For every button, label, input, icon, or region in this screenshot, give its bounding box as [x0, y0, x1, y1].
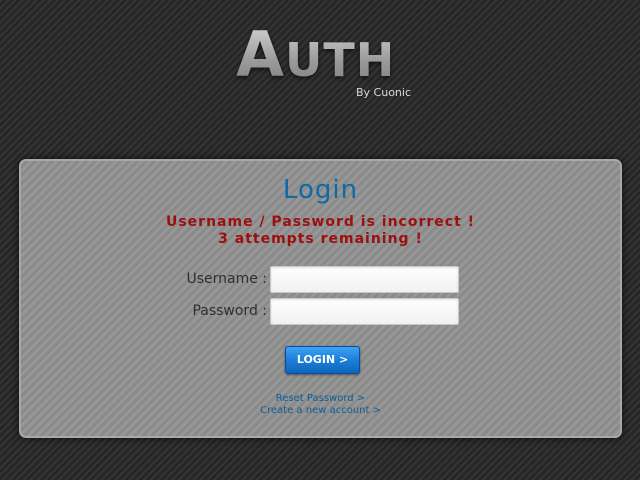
logo-title: AUTH: [236, 22, 395, 93]
password-label: Password :: [192, 303, 267, 319]
logo-subtitle: By Cuonic: [356, 86, 412, 99]
logo-title-rest: UTH: [284, 33, 396, 87]
username-label: Username :: [186, 271, 267, 287]
password-input[interactable]: [270, 298, 459, 325]
username-input[interactable]: [270, 266, 459, 293]
error-line-credentials: Username / Password is incorrect !: [165, 214, 476, 230]
auth-logo: AUTH By Cuonic: [236, 22, 436, 102]
login-button[interactable]: LOGIN >: [285, 346, 360, 374]
error-message: Username / Password is incorrect ! 3 att…: [21, 214, 620, 248]
login-panel: Login Username / Password is incorrect !…: [19, 159, 622, 438]
create-account-link[interactable]: Create a new account >: [21, 405, 620, 416]
error-line-attempts: 3 attempts remaining !: [218, 231, 423, 247]
logo-title-initial: A: [236, 18, 285, 91]
reset-password-link[interactable]: Reset Password >: [21, 393, 620, 404]
login-title: Login: [282, 175, 359, 205]
